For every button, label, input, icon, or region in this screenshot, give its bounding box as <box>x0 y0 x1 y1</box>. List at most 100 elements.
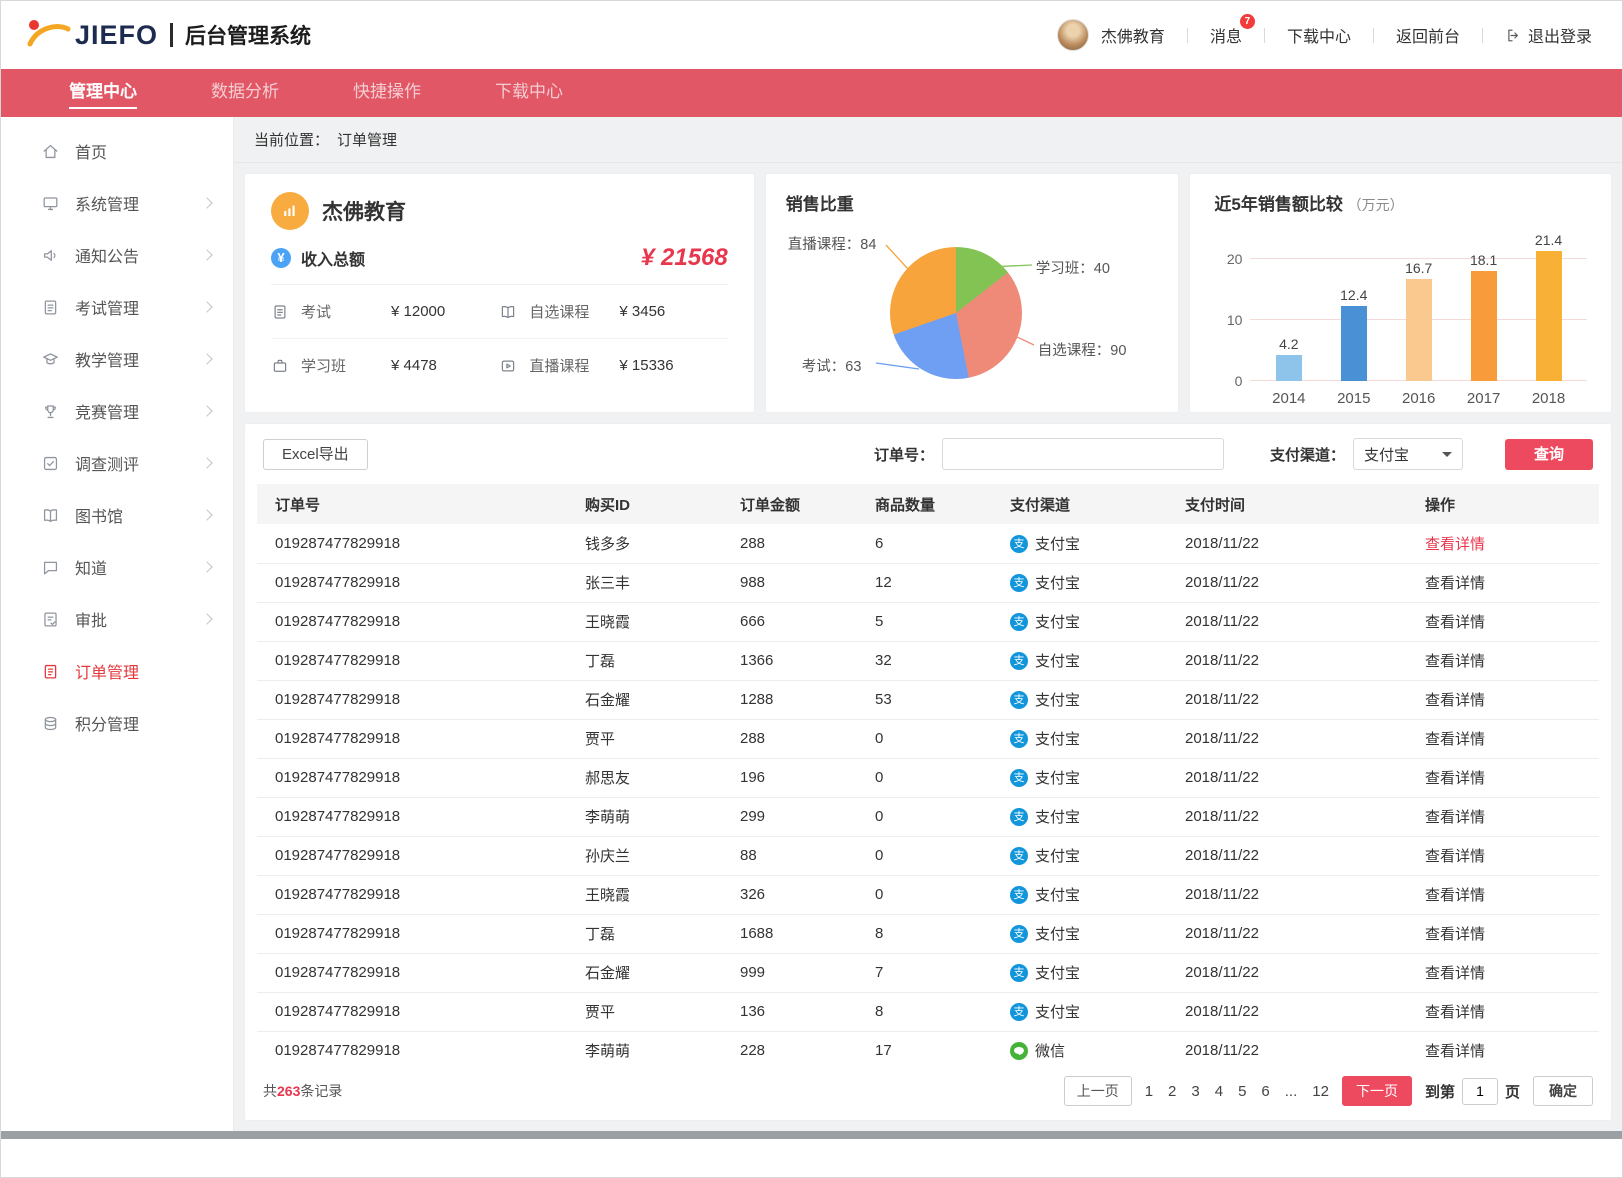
sidebar-item-announcements[interactable]: 通知公告 <box>1 229 233 281</box>
download-center-link[interactable]: 下载中心 <box>1287 23 1351 47</box>
chevron-right-icon <box>201 301 212 312</box>
competition-icon <box>41 402 60 421</box>
payment-channel-icon <box>1010 886 1028 904</box>
cell-time: 2018/11/22 <box>1177 953 1417 992</box>
sidebar-item-library[interactable]: 图书馆 <box>1 489 233 541</box>
next-page-button[interactable]: 下一页 <box>1342 1076 1412 1106</box>
cell-channel: 支付宝 <box>1002 914 1177 953</box>
confirm-button[interactable]: 确定 <box>1533 1076 1593 1106</box>
bar-chart-plot: 0 10 20 4.2 12.4 <box>1250 229 1587 381</box>
table-header-row: 订单号 购买ID 订单金额 商品数量 支付渠道 支付时间 操作 <box>257 484 1599 524</box>
bar-value-label: 21.4 <box>1535 232 1562 248</box>
cell-quantity: 0 <box>867 797 1002 836</box>
view-details-link[interactable]: 查看详情 <box>1425 692 1485 709</box>
income-label: 收入总额 <box>301 246 365 270</box>
view-details-link[interactable]: 查看详情 <box>1425 731 1485 748</box>
nav-item-download-center[interactable]: 下载中心 <box>495 69 563 117</box>
cell-quantity: 0 <box>867 875 1002 914</box>
exam-icon <box>41 298 60 317</box>
sidebar-item-orders[interactable]: 订单管理 <box>1 645 233 697</box>
library-icon <box>41 506 60 525</box>
cell-quantity: 17 <box>867 1031 1002 1064</box>
cell-buyer: 孙庆兰 <box>577 836 732 875</box>
table-row: 019287477829918 石金耀 999 7 支付宝 2018/11/22… <box>257 953 1599 992</box>
sidebar-item-knowledge[interactable]: 知道 <box>1 541 233 593</box>
cell-action: 查看详情 <box>1417 641 1599 680</box>
cell-amount: 326 <box>732 875 867 914</box>
cell-amount: 299 <box>732 797 867 836</box>
view-details-link[interactable]: 查看详情 <box>1425 1043 1485 1060</box>
page-number[interactable]: 3 <box>1191 1083 1199 1100</box>
page-number[interactable]: 6 <box>1261 1083 1269 1100</box>
cell-order-id: 019287477829918 <box>257 563 577 602</box>
page-number[interactable]: ... <box>1285 1083 1298 1100</box>
view-details-link[interactable]: 查看详情 <box>1425 1004 1485 1021</box>
cell-action: 查看详情 <box>1417 524 1599 563</box>
sidebar-item-approvals[interactable]: 审批 <box>1 593 233 645</box>
open-book-icon <box>499 303 517 321</box>
cell-quantity: 8 <box>867 914 1002 953</box>
divider <box>1373 28 1374 43</box>
view-details-link[interactable]: 查看详情 <box>1425 965 1485 982</box>
nav-item-data-analysis[interactable]: 数据分析 <box>211 69 279 117</box>
cell-order-id: 019287477829918 <box>257 524 577 563</box>
messages-link[interactable]: 消息 7 <box>1210 23 1242 47</box>
view-details-link[interactable]: 查看详情 <box>1425 926 1485 943</box>
prev-page-button[interactable]: 上一页 <box>1064 1076 1132 1106</box>
sidebar-item-system[interactable]: 系统管理 <box>1 177 233 229</box>
sidebar-item-competitions[interactable]: 竞赛管理 <box>1 385 233 437</box>
main-content: 当前位置： 订单管理 杰佛教育 收入总额 <box>234 117 1622 1131</box>
page-number[interactable]: 12 <box>1312 1083 1329 1100</box>
view-details-link[interactable]: 查看详情 <box>1425 536 1485 553</box>
payment-channel-name: 支付宝 <box>1035 575 1080 592</box>
sidebar-item-teaching[interactable]: 教学管理 <box>1 333 233 385</box>
order-number-label: 订单号： <box>874 444 934 465</box>
cell-channel: 支付宝 <box>1002 797 1177 836</box>
pie-chart-area: 直播课程：84 学习班：40 考试：63 自选课程：90 <box>786 217 1159 405</box>
page-number[interactable]: 5 <box>1238 1083 1246 1100</box>
view-details-link[interactable]: 查看详情 <box>1425 809 1485 826</box>
nav-item-admin-center[interactable]: 管理中心 <box>69 69 137 117</box>
search-button[interactable]: 查询 <box>1505 439 1593 470</box>
nav-item-quick-actions[interactable]: 快捷操作 <box>353 69 421 117</box>
page-number[interactable]: 1 <box>1145 1083 1153 1100</box>
divider <box>1264 28 1265 43</box>
payment-channel-select[interactable]: 支付宝 <box>1353 438 1463 470</box>
table-row: 019287477829918 丁磊 1688 8 支付宝 2018/11/22… <box>257 914 1599 953</box>
sidebar-item-home[interactable]: 首页 <box>1 125 233 177</box>
cell-channel: 支付宝 <box>1002 875 1177 914</box>
points-icon <box>41 714 60 733</box>
sidebar-item-surveys[interactable]: 调查测评 <box>1 437 233 489</box>
breadcrumb-current: 订单管理 <box>337 129 397 150</box>
view-details-link[interactable]: 查看详情 <box>1425 848 1485 865</box>
page-number[interactable]: 2 <box>1168 1083 1176 1100</box>
view-details-link[interactable]: 查看详情 <box>1425 575 1485 592</box>
sidebar-item-exams[interactable]: 考试管理 <box>1 281 233 333</box>
logout-label: 退出登录 <box>1528 23 1592 47</box>
cell-order-id: 019287477829918 <box>257 758 577 797</box>
bar-fill <box>1406 279 1432 381</box>
goto-page-input[interactable] <box>1462 1078 1498 1105</box>
sidebar-item-points[interactable]: 积分管理 <box>1 697 233 749</box>
announcement-icon <box>41 246 60 265</box>
cell-amount: 1688 <box>732 914 867 953</box>
page-number[interactable]: 4 <box>1215 1083 1223 1100</box>
view-details-link[interactable]: 查看详情 <box>1425 653 1485 670</box>
bar-column: 21.4 <box>1520 229 1578 381</box>
avatar[interactable] <box>1057 19 1089 51</box>
page-numbers: 123456...12 <box>1145 1083 1329 1100</box>
user-name[interactable]: 杰佛教育 <box>1101 23 1165 47</box>
cell-amount: 999 <box>732 953 867 992</box>
order-number-input[interactable] <box>942 438 1224 470</box>
logout-link[interactable]: 退出登录 <box>1505 23 1592 47</box>
payment-channel-name: 支付宝 <box>1035 887 1080 904</box>
coin-icon <box>271 248 291 268</box>
cell-quantity: 0 <box>867 719 1002 758</box>
view-details-link[interactable]: 查看详情 <box>1425 770 1485 787</box>
view-details-link[interactable]: 查看详情 <box>1425 614 1485 631</box>
cell-channel: 支付宝 <box>1002 953 1177 992</box>
back-to-front-link[interactable]: 返回前台 <box>1396 23 1460 47</box>
excel-export-button[interactable]: Excel导出 <box>263 439 368 470</box>
table-row: 019287477829918 张三丰 988 12 支付宝 2018/11/2… <box>257 563 1599 602</box>
view-details-link[interactable]: 查看详情 <box>1425 887 1485 904</box>
